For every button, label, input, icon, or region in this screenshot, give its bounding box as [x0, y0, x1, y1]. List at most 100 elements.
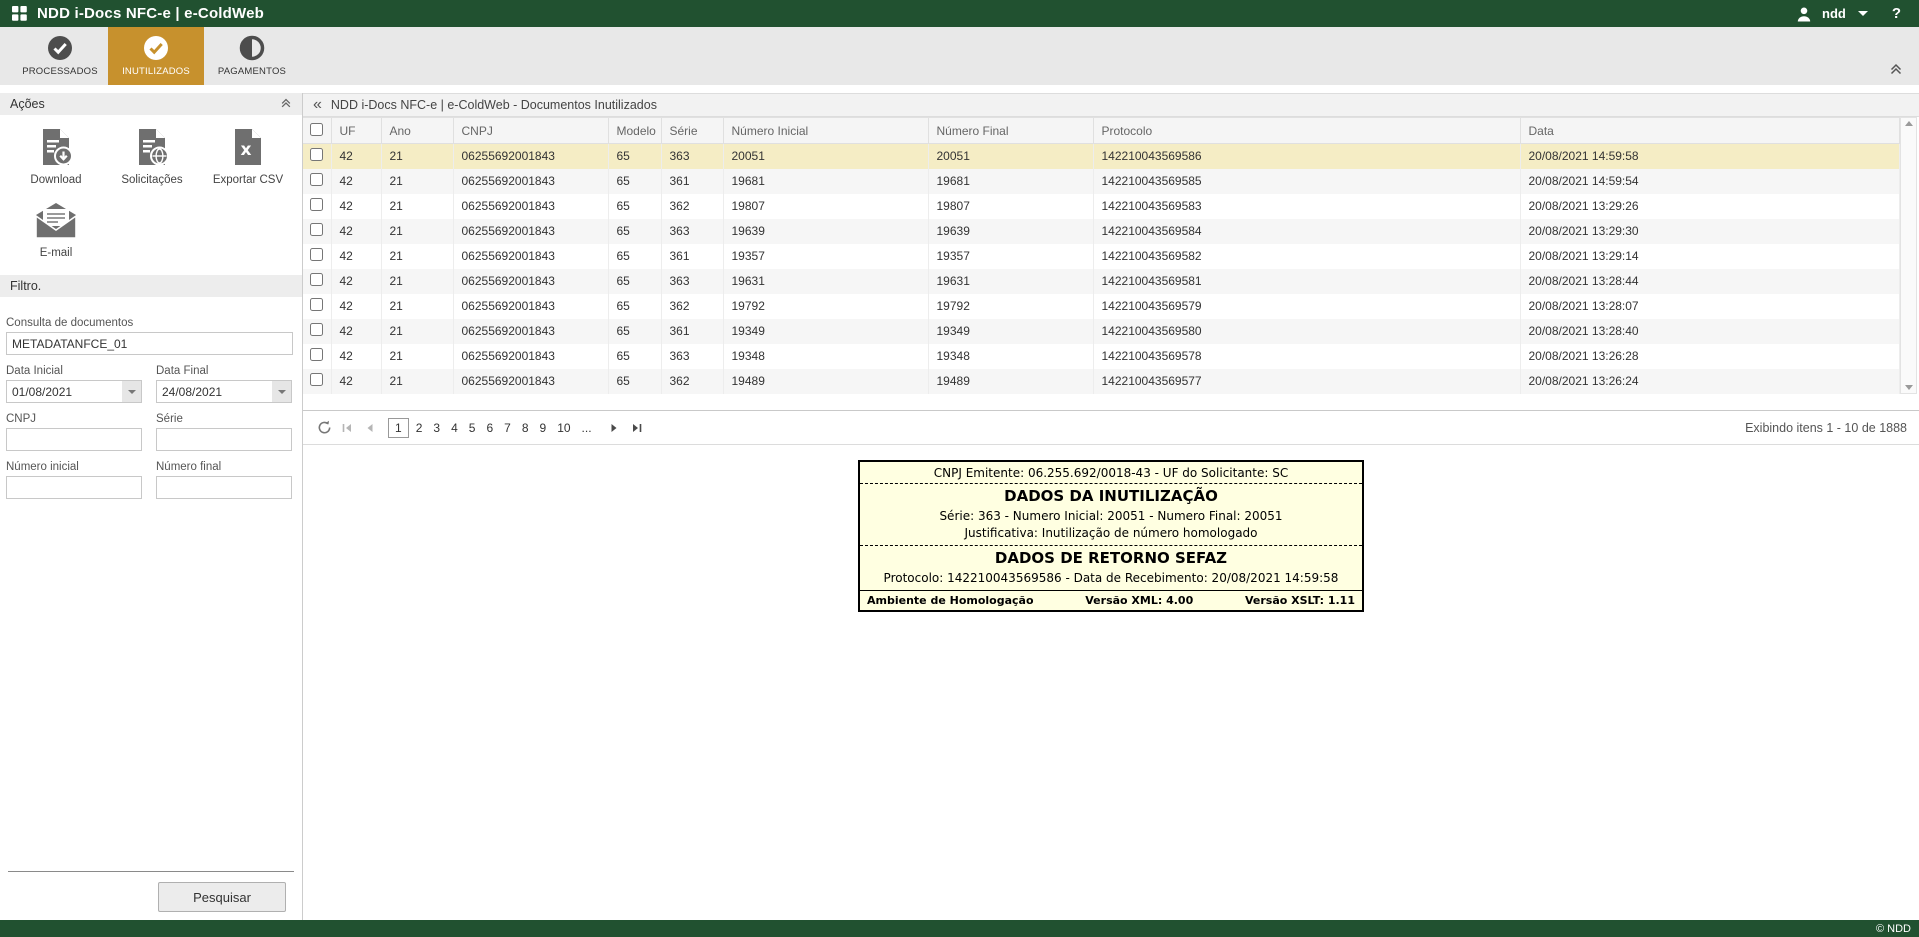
app-grid-icon[interactable]: [12, 6, 27, 21]
table-cell: 363: [661, 219, 723, 244]
last-page-button[interactable]: [628, 419, 646, 437]
row-checkbox[interactable]: [310, 173, 323, 186]
row-checkbox[interactable]: [310, 198, 323, 211]
actions-collapse-chevrons-up-icon[interactable]: [280, 97, 292, 112]
table-row[interactable]: 4221062556920018436536319348193481422100…: [303, 344, 1900, 369]
first-page-button[interactable]: [338, 419, 356, 437]
page-ellipsis[interactable]: ...: [578, 419, 596, 437]
column-header-serie[interactable]: Série: [661, 118, 723, 144]
user-caret-down-icon[interactable]: [1858, 11, 1868, 16]
column-header-modelo[interactable]: Modelo: [608, 118, 661, 144]
table-row[interactable]: 4221062556920018436536319631196311422100…: [303, 269, 1900, 294]
table-cell: 19349: [723, 319, 928, 344]
table-row[interactable]: 4221062556920018436536319639196391422100…: [303, 219, 1900, 244]
data-inicial-dropdown-button[interactable]: [122, 381, 141, 402]
data-final-label: Data Final: [156, 365, 292, 377]
row-checkbox[interactable]: [310, 148, 323, 161]
table-row[interactable]: 4221062556920018436536320051200511422100…: [303, 144, 1900, 169]
page-number[interactable]: 7: [500, 419, 515, 437]
email-button[interactable]: E-mail: [8, 202, 104, 259]
table-cell: 142210043569582: [1093, 244, 1520, 269]
solicitacoes-button[interactable]: Solicitações: [104, 127, 200, 186]
help-button[interactable]: ?: [1892, 5, 1901, 22]
user-menu[interactable]: ndd: [1822, 6, 1846, 21]
page-number[interactable]: 6: [482, 419, 497, 437]
table-row[interactable]: 4221062556920018436536119681196811422100…: [303, 169, 1900, 194]
table-cell: 19639: [928, 219, 1093, 244]
page-number[interactable]: 5: [465, 419, 480, 437]
action-label: Download: [30, 174, 81, 186]
preview-area: CNPJ Emitente: 06.255.692/0018-43 - UF d…: [303, 445, 1919, 920]
scroll-down-arrow-icon[interactable]: [1905, 385, 1913, 390]
scroll-up-arrow-icon[interactable]: [1905, 121, 1913, 126]
app-title: NDD i-Docs NFC-e | e-ColdWeb: [37, 5, 264, 22]
table-cell: 65: [608, 244, 661, 269]
page-number[interactable]: 2: [412, 419, 427, 437]
select-all-checkbox[interactable]: [310, 123, 323, 136]
column-header-ano[interactable]: Ano: [381, 118, 453, 144]
page-number[interactable]: 10: [553, 419, 574, 437]
refresh-icon[interactable]: [315, 419, 333, 437]
table-cell: 19807: [928, 194, 1093, 219]
numero-final-input[interactable]: [156, 476, 292, 499]
table-cell: 65: [608, 194, 661, 219]
table-cell: 142210043569581: [1093, 269, 1520, 294]
email-envelope-icon: [34, 202, 78, 240]
row-checkbox[interactable]: [310, 373, 323, 386]
actions-title: Ações: [10, 97, 45, 111]
row-checkbox[interactable]: [310, 273, 323, 286]
download-button[interactable]: Download: [8, 127, 104, 186]
row-checkbox[interactable]: [310, 323, 323, 336]
tab-pagamentos[interactable]: PAGAMENTOS: [204, 27, 300, 85]
serie-input[interactable]: [156, 428, 292, 451]
row-checkbox-cell: [303, 344, 331, 369]
sidebar-collapse-chevrons-left-icon[interactable]: «: [313, 97, 322, 113]
previous-page-button[interactable]: [361, 419, 379, 437]
check-circle-icon: [143, 35, 169, 61]
ribbon-collapse-chevrons-up-icon[interactable]: [1889, 62, 1903, 81]
table-row[interactable]: 4221062556920018436536219792197921422100…: [303, 294, 1900, 319]
table-cell: 65: [608, 369, 661, 394]
page-number-current[interactable]: 1: [388, 418, 409, 438]
table-cell: 19631: [723, 269, 928, 294]
table-cell: 21: [381, 194, 453, 219]
breadcrumb: NDD i-Docs NFC-e | e-ColdWeb - Documento…: [331, 98, 657, 112]
column-header-uf[interactable]: UF: [331, 118, 381, 144]
row-checkbox[interactable]: [310, 348, 323, 361]
tab-inutilizados[interactable]: INUTILIZADOS: [108, 27, 204, 85]
table-row[interactable]: 4221062556920018436536219807198071422100…: [303, 194, 1900, 219]
numero-final-label: Número final: [156, 461, 292, 473]
half-circle-icon: [239, 35, 265, 61]
table-cell: 20/08/2021 13:29:30: [1520, 219, 1900, 244]
table-row[interactable]: 4221062556920018436536119349193491422100…: [303, 319, 1900, 344]
tab-label: INUTILIZADOS: [122, 66, 190, 77]
row-checkbox[interactable]: [310, 248, 323, 261]
page-number[interactable]: 8: [518, 419, 533, 437]
exportar-csv-button[interactable]: x Exportar CSV: [200, 127, 296, 186]
page-number[interactable]: 9: [536, 419, 551, 437]
column-header-data[interactable]: Data: [1520, 118, 1900, 144]
column-header-cnpj[interactable]: CNPJ: [453, 118, 608, 144]
page-number[interactable]: 4: [447, 419, 462, 437]
table-row[interactable]: 4221062556920018436536219489194891422100…: [303, 369, 1900, 394]
pesquisar-button[interactable]: Pesquisar: [158, 882, 286, 912]
row-checkbox[interactable]: [310, 223, 323, 236]
table-cell: 20/08/2021 13:28:07: [1520, 294, 1900, 319]
vertical-scrollbar[interactable]: [1900, 117, 1917, 394]
table-cell: 19631: [928, 269, 1093, 294]
table-cell: 142210043569583: [1093, 194, 1520, 219]
column-header-numero-inicial[interactable]: Número Inicial: [723, 118, 928, 144]
column-header-numero-final[interactable]: Número Final: [928, 118, 1093, 144]
consulta-select[interactable]: METADATANFCE_01: [6, 332, 293, 355]
column-header-protocolo[interactable]: Protocolo: [1093, 118, 1520, 144]
tab-label: PROCESSADOS: [22, 66, 98, 77]
table-cell: 06255692001843: [453, 369, 608, 394]
numero-inicial-input[interactable]: [6, 476, 142, 499]
tab-processados[interactable]: PROCESSADOS: [12, 27, 108, 85]
next-page-button[interactable]: [605, 419, 623, 437]
cnpj-input[interactable]: [6, 428, 142, 451]
table-row[interactable]: 4221062556920018436536119357193571422100…: [303, 244, 1900, 269]
data-final-dropdown-button[interactable]: [272, 381, 291, 402]
page-number[interactable]: 3: [429, 419, 444, 437]
row-checkbox[interactable]: [310, 298, 323, 311]
